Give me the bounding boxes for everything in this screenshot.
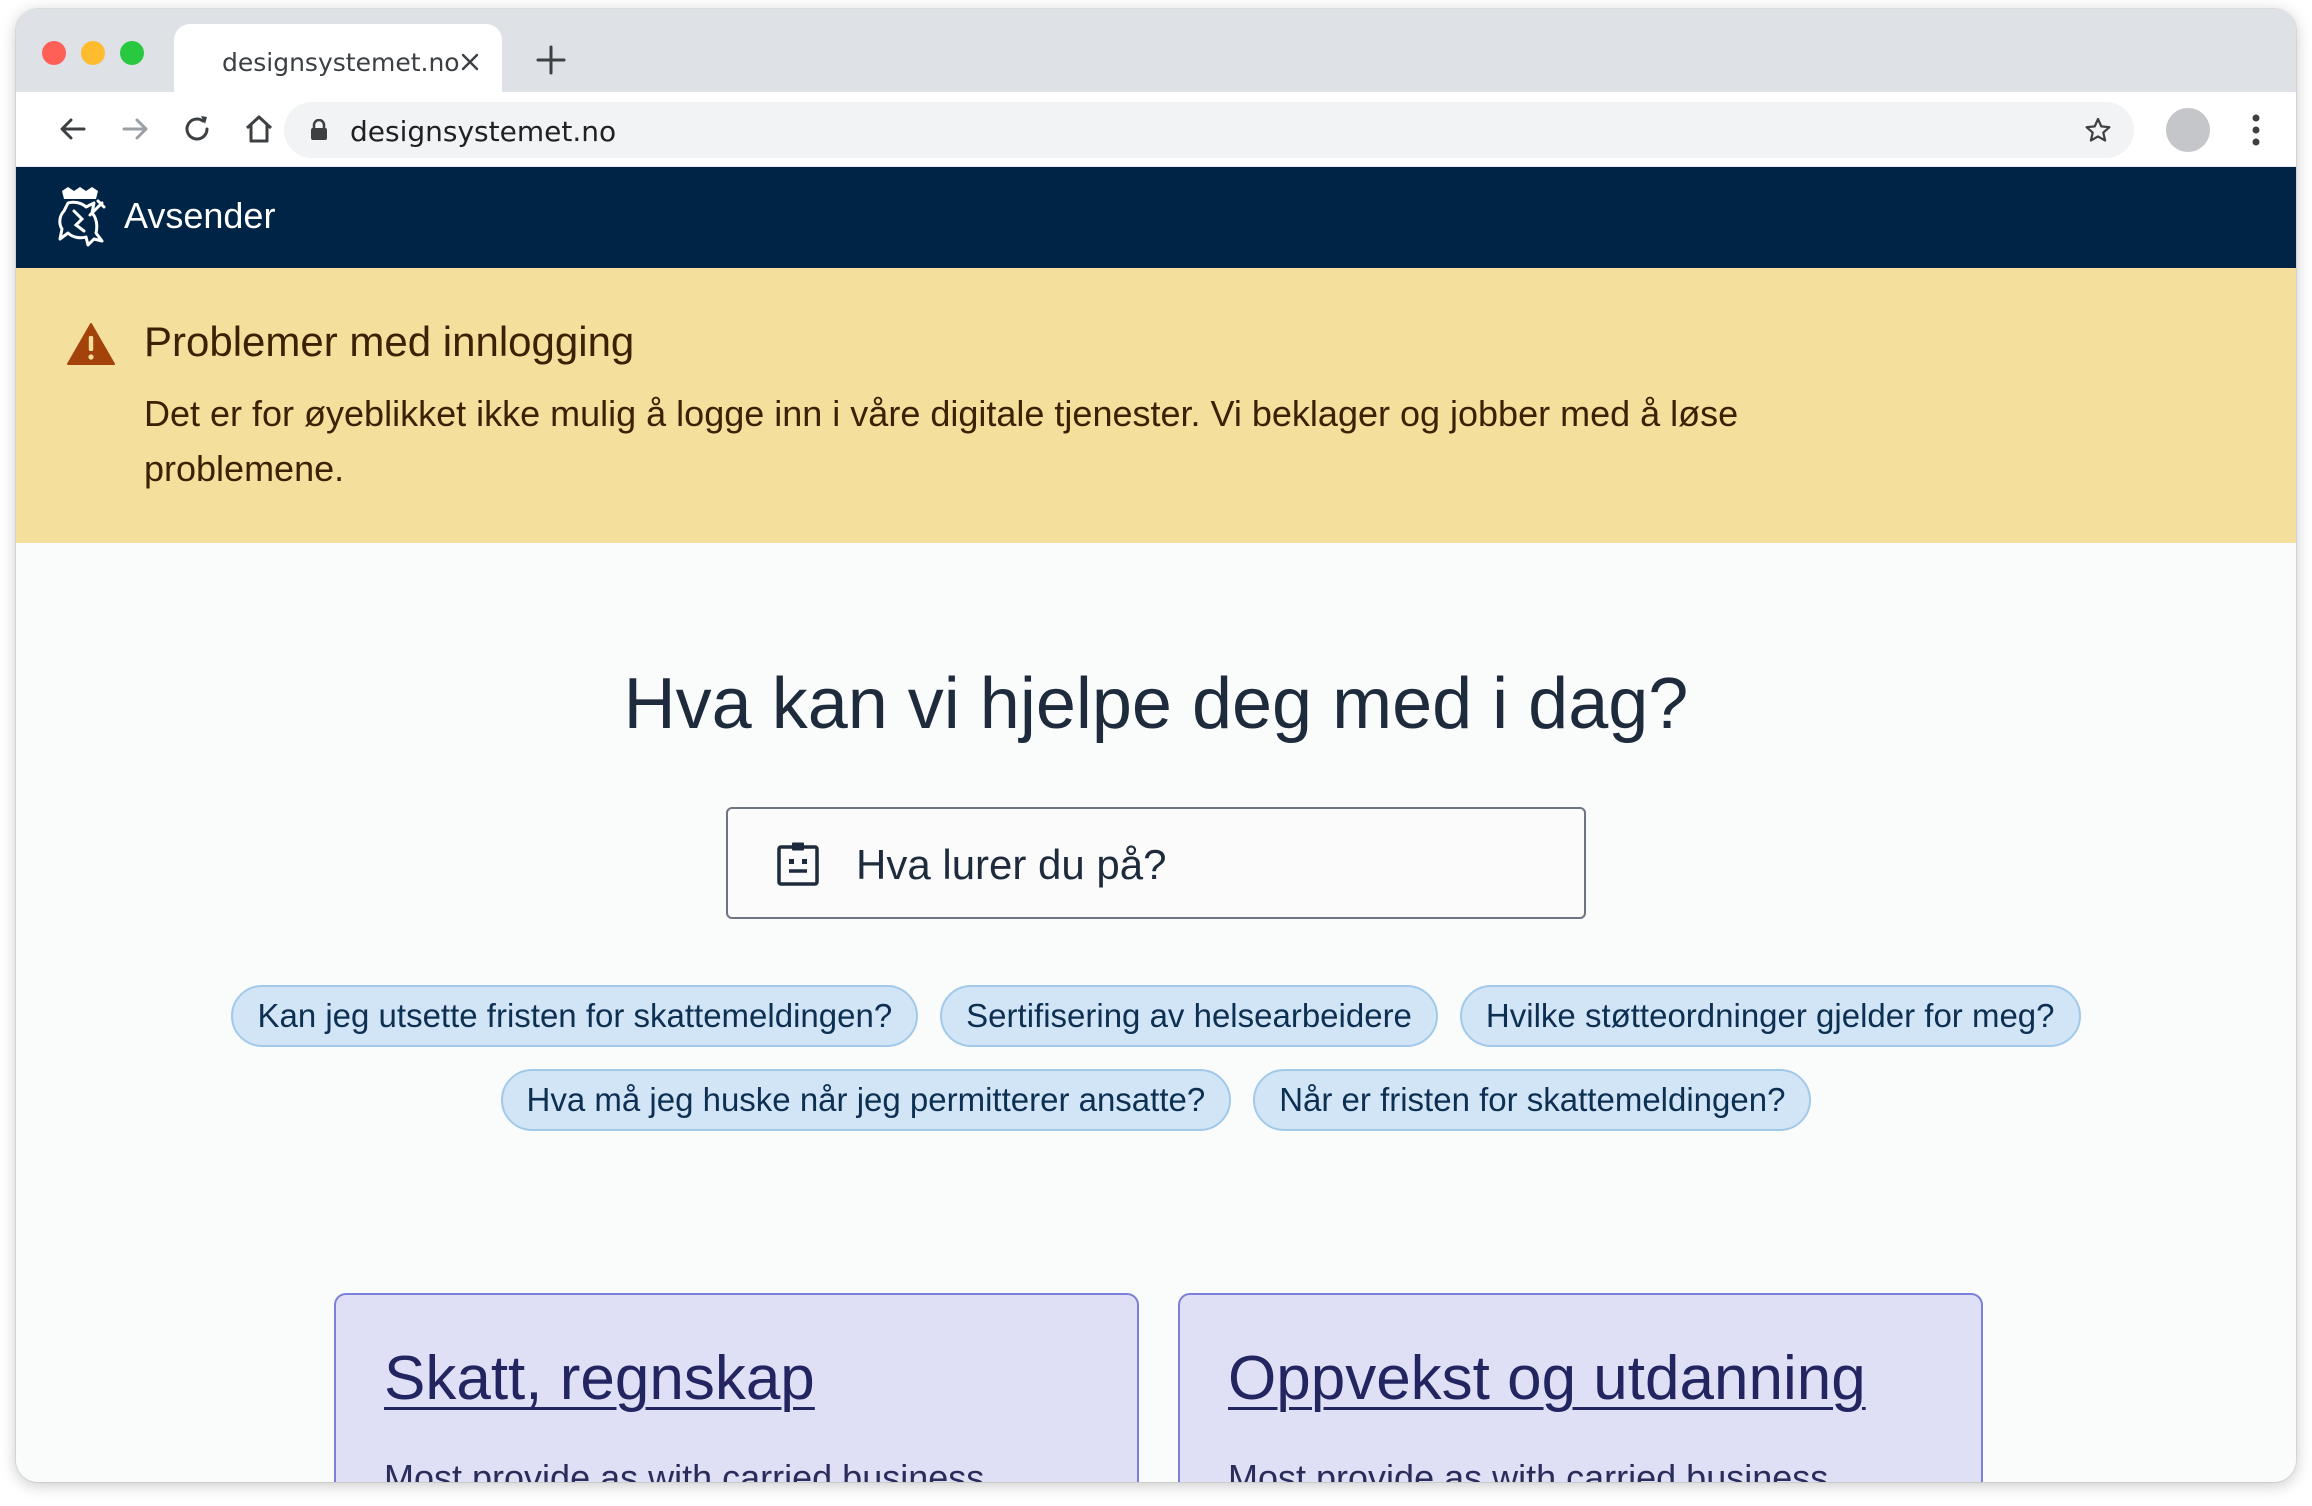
tab-title: designsystemet.no bbox=[222, 48, 460, 77]
category-card[interactable]: Skatt, regnskap Most provide as with car… bbox=[334, 1293, 1139, 1482]
forward-arrow-icon[interactable] bbox=[118, 112, 152, 146]
back-arrow-icon[interactable] bbox=[56, 112, 90, 146]
category-card[interactable]: Oppvekst og utdanning Most provide as wi… bbox=[1178, 1293, 1983, 1482]
main-content: Hva kan vi hjelpe deg med i dag? Hva lur… bbox=[16, 543, 2296, 1482]
chip-row: Kan jeg utsette fristen for skattemeldin… bbox=[16, 985, 2296, 1047]
warning-triangle-icon bbox=[67, 323, 115, 365]
alert-title: Problemer med innlogging bbox=[144, 318, 635, 365]
suggestion-chips: Kan jeg utsette fristen for skattemeldin… bbox=[16, 985, 2296, 1153]
suggestion-chip[interactable]: Hva må jeg huske når jeg permitterer ans… bbox=[500, 1069, 1232, 1131]
card-title-link[interactable]: Oppvekst og utdanning bbox=[1228, 1343, 1866, 1414]
new-tab-plus-icon[interactable] bbox=[534, 43, 568, 77]
address-url: designsystemet.no bbox=[350, 115, 617, 148]
bookmark-star-icon[interactable] bbox=[2084, 116, 2112, 144]
suggestion-chip[interactable]: Når er fristen for skattemeldingen? bbox=[1253, 1069, 1812, 1131]
sender-name[interactable]: Avsender bbox=[124, 195, 275, 237]
maximize-window-button[interactable] bbox=[120, 41, 144, 65]
site-header: Avsender bbox=[16, 167, 2296, 268]
reload-icon[interactable] bbox=[180, 112, 214, 146]
chatbot-face-icon bbox=[777, 842, 819, 886]
tab-strip: designsystemet.no bbox=[16, 9, 2296, 92]
address-bar[interactable]: designsystemet.no bbox=[284, 102, 2134, 158]
chip-row: Hva må jeg huske når jeg permitterer ans… bbox=[16, 1069, 2296, 1131]
home-icon[interactable] bbox=[242, 112, 276, 146]
more-menu-icon[interactable] bbox=[2252, 114, 2260, 146]
card-description: Most provide as with carried business bbox=[1228, 1457, 1829, 1482]
suggestion-chip[interactable]: Sertifisering av helsearbeidere bbox=[940, 985, 1438, 1047]
card-description: Most provide as with carried business bbox=[384, 1457, 985, 1482]
suggestion-chip[interactable]: Hvilke støtteordninger gjelder for meg? bbox=[1459, 985, 2081, 1047]
profile-avatar[interactable] bbox=[2166, 108, 2210, 152]
search-input[interactable]: Hva lurer du på? bbox=[726, 807, 1586, 919]
minimize-window-button[interactable] bbox=[81, 41, 105, 65]
browser-window: designsystemet.no designsystemet.no Avse… bbox=[16, 9, 2296, 1482]
search-label: Hva lurer du på? bbox=[856, 841, 1167, 888]
close-icon[interactable] bbox=[459, 51, 481, 73]
suggestion-chip[interactable]: Kan jeg utsette fristen for skattemeldin… bbox=[231, 985, 919, 1047]
card-title-link[interactable]: Skatt, regnskap bbox=[384, 1343, 815, 1414]
browser-toolbar: designsystemet.no bbox=[16, 92, 2296, 167]
lock-icon bbox=[311, 119, 327, 140]
browser-tab[interactable]: designsystemet.no bbox=[174, 24, 502, 92]
alert-message: Det er for øyeblikket ikke mulig å logge… bbox=[144, 393, 1739, 489]
close-window-button[interactable] bbox=[42, 41, 66, 65]
page-title: Hva kan vi hjelpe deg med i dag? bbox=[623, 664, 1689, 744]
coat-of-arms-lion-icon[interactable] bbox=[52, 185, 108, 249]
warning-alert: Problemer med innlogging Det er for øyeb… bbox=[16, 268, 2296, 543]
